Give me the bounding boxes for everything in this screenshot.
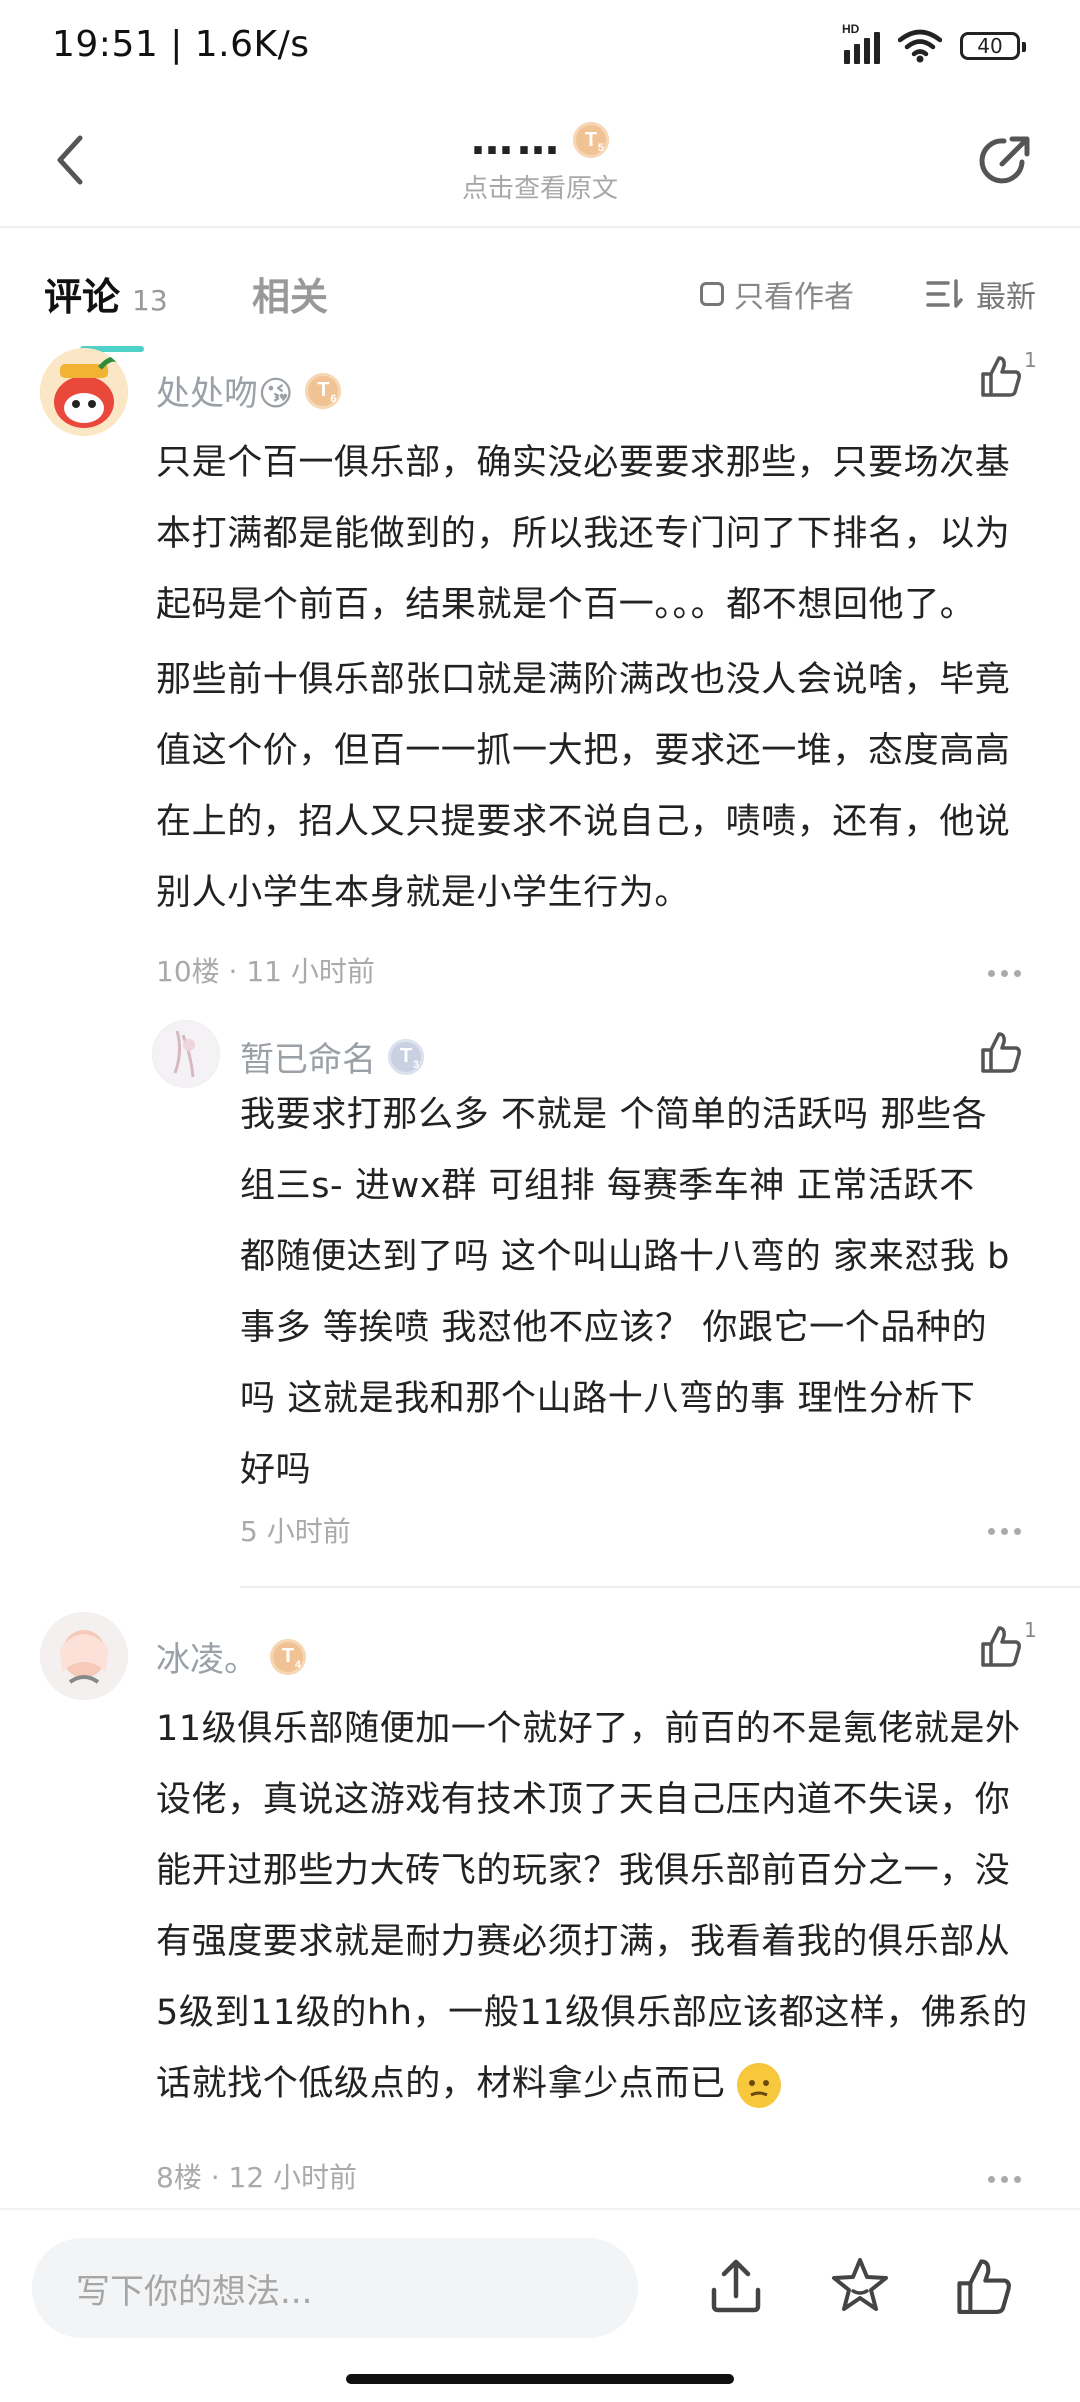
more-options-button[interactable] xyxy=(988,970,1021,977)
comment-divider xyxy=(240,1586,1080,1588)
thumbs-up-icon xyxy=(981,1032,1021,1073)
bottom-action-bar: 写下你的想法... xyxy=(0,2208,1080,2402)
tab-comments-label: 评论 xyxy=(44,275,121,319)
wifi-icon xyxy=(898,29,942,63)
home-indicator xyxy=(346,2374,734,2384)
status-time: 19:51 | 1.6K/s xyxy=(52,24,310,65)
author-level-badge: T5 xyxy=(573,122,609,158)
reply-body: 我要求打那么多 不就是 个简单的活跃吗 那些各 组三s- 进wx群 可组排 每赛… xyxy=(240,1095,1010,1490)
hd-label: HD xyxy=(842,22,860,36)
author-only-toggle[interactable]: 只看作者 xyxy=(700,272,854,316)
user-level-badge: T4 xyxy=(270,1638,306,1675)
avatar[interactable] xyxy=(40,348,128,436)
like-button[interactable] xyxy=(980,1030,1022,1074)
cellular-signal-icon: HD xyxy=(842,22,880,64)
comment-meta: 10楼 · 11 小时前 xyxy=(156,955,375,988)
view-original-link[interactable]: 点击查看原文 xyxy=(340,168,740,205)
thumbs-up-icon xyxy=(957,2259,1011,2314)
like-count: 1 xyxy=(1024,348,1037,372)
user-level-badge: T6 xyxy=(305,372,342,409)
share-icon xyxy=(979,136,1030,184)
like-button[interactable]: 1 xyxy=(980,1618,1037,1668)
more-options-button[interactable] xyxy=(988,2176,1021,2183)
comment-input[interactable]: 写下你的想法... xyxy=(32,2238,638,2338)
share-button[interactable] xyxy=(700,2250,772,2322)
chevron-left-icon xyxy=(57,135,83,185)
reply-item: 暂已命名 T3 我要求打那么多 不就是 个简单的活跃吗 那些各 组三s- 进wx… xyxy=(0,1012,1080,1552)
username[interactable]: 冰凌。 xyxy=(156,1632,258,1681)
back-button[interactable] xyxy=(40,130,100,190)
post-title: …… xyxy=(471,115,563,164)
comment-meta: 8楼 · 12 小时前 xyxy=(156,2161,358,2194)
share-button[interactable] xyxy=(970,126,1040,196)
comment-item: 冰凌。 T4 1 11级俱乐部随便加一个就好了，前百的不是氪佬就是外 设佬，真说… xyxy=(0,1600,1080,2200)
like-button[interactable]: 1 xyxy=(980,348,1037,398)
top-nav-bar: …… T5 点击查看原文 xyxy=(0,96,1080,228)
sort-button[interactable]: 最新 xyxy=(926,272,1036,316)
favorite-button[interactable] xyxy=(824,2250,896,2322)
comment-tab-bar: 评论 13 相关 只看作者 最新 xyxy=(0,230,1080,352)
author-only-label: 只看作者 xyxy=(734,280,854,315)
battery-level: 40 xyxy=(977,34,1003,58)
comment-paragraph: 那些前十俱乐部张口就是满阶满改也没人会说啥，毕竟 值这个价，但百一一抓一大把，要… xyxy=(156,660,1011,913)
like-count: 1 xyxy=(1024,1618,1037,1642)
like-post-button[interactable] xyxy=(948,2250,1020,2322)
comment-paragraph: 只是个百一俱乐部，确实没必要要求那些，只要场次基 本打满都是能做到的，所以我还专… xyxy=(156,443,1011,625)
tab-related[interactable]: 相关 xyxy=(252,266,328,321)
status-icons: HD 40 xyxy=(842,22,1026,64)
grimace-emoji-icon xyxy=(737,2063,782,2108)
checkbox-icon xyxy=(700,282,724,306)
username[interactable]: 处处吻😘 xyxy=(156,366,293,415)
comment-count: 13 xyxy=(132,284,168,317)
avatar-image xyxy=(153,1021,219,1087)
thumbs-up-icon xyxy=(981,356,1021,397)
avatar[interactable] xyxy=(152,1020,220,1088)
post-title-area[interactable]: …… T5 点击查看原文 xyxy=(340,112,740,205)
avatar-image xyxy=(40,1612,128,1700)
user-level-badge: T3 xyxy=(388,1038,424,1075)
reply-meta: 5 小时前 xyxy=(240,1515,351,1548)
comment-body: 11级俱乐部随便加一个就好了，前百的不是氪佬就是外 设佬，真说这游戏有技术顶了天… xyxy=(156,1694,1066,2120)
comment-item: 处处吻😘 T6 1 只是个百一俱乐部，确实没必要要求那些，只要场次基 本打满都是… xyxy=(0,340,1080,990)
more-options-button[interactable] xyxy=(988,1528,1021,1535)
tab-comments[interactable]: 评论 13 xyxy=(44,266,168,321)
comment-username-row: 暂已命名 T3 xyxy=(240,1032,424,1081)
comment-body: 只是个百一俱乐部，确实没必要要求那些，只要场次基 本打满都是能做到的，所以我还专… xyxy=(156,428,1056,929)
status-bar: 19:51 | 1.6K/s HD 40 xyxy=(0,0,1080,96)
thumbs-up-icon xyxy=(981,1626,1021,1667)
username[interactable]: 暂已命名 xyxy=(240,1032,376,1081)
star-icon xyxy=(832,2258,888,2311)
battery-icon: 40 xyxy=(960,32,1026,60)
sort-label: 最新 xyxy=(976,280,1036,315)
upload-share-icon xyxy=(711,2259,761,2313)
avatar[interactable] xyxy=(40,1612,128,1700)
comment-username-row: 冰凌。 T4 xyxy=(156,1632,306,1681)
avatar-image xyxy=(40,348,128,436)
sort-icon xyxy=(926,279,963,308)
comment-username-row: 处处吻😘 T6 xyxy=(156,366,342,415)
